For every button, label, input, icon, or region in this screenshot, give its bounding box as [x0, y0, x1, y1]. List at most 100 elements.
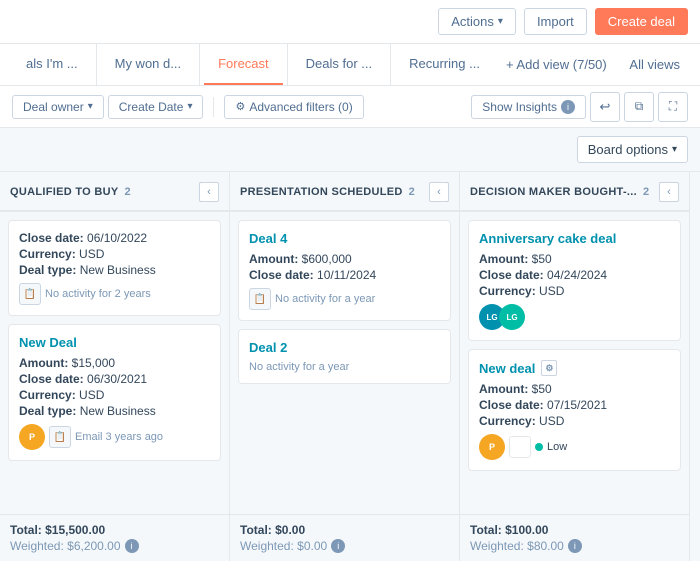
info-icon: i: [561, 100, 575, 114]
create-date-filter[interactable]: Create Date ▾: [108, 95, 204, 119]
deal-card[interactable]: Deal 2 No activity for a year: [238, 329, 451, 384]
fullscreen-icon: ⛶: [669, 99, 677, 114]
info-icon[interactable]: i: [125, 539, 139, 553]
avatar: P: [19, 424, 45, 450]
deal-card[interactable]: Close date: 06/10/2022 Currency: USD Dea…: [8, 220, 221, 316]
tab-divider-3: [287, 44, 288, 86]
column-decision-maker: DECISION MAKER BOUGHT-... 2 ‹ Anniversar…: [460, 172, 690, 561]
undo-icon: ↩: [600, 99, 611, 115]
column-presentation: PRESENTATION SCHEDULED 2 ‹ Deal 4 Amount…: [230, 172, 460, 561]
card-field: Currency: USD: [19, 388, 210, 402]
card-field: Close date: 06/30/2021: [19, 372, 210, 386]
card-field: Currency: USD: [479, 284, 670, 298]
filter-divider: [213, 97, 214, 117]
activity-icon: [509, 436, 531, 458]
col-collapse-button[interactable]: ‹: [659, 182, 679, 202]
col-collapse-button[interactable]: ‹: [429, 182, 449, 202]
info-icon[interactable]: i: [568, 539, 582, 553]
filter-bar: Deal owner ▾ Create Date ▾ ⚙ Advanced fi…: [0, 86, 700, 128]
card-title[interactable]: Anniversary cake deal: [479, 231, 670, 246]
card-title[interactable]: New Deal: [19, 335, 210, 350]
import-button[interactable]: Import: [524, 8, 587, 35]
tabs-row: als I'm ... My won d... Forecast Deals f…: [0, 44, 700, 86]
activity-icon: 📋: [249, 288, 271, 310]
col-header-qualified: QUALIFIED TO BUY 2 ‹: [0, 172, 229, 212]
card-field: Close date: 06/10/2022: [19, 231, 210, 245]
card-title[interactable]: New deal ⚙: [479, 360, 670, 376]
card-field: Close date: 07/15/2021: [479, 398, 670, 412]
card-activity: 📋 No activity for a year: [249, 288, 440, 310]
card-activity: 📋 No activity for 2 years: [19, 283, 210, 305]
actions-button[interactable]: Actions ▾: [438, 8, 516, 35]
cards-area-presentation: Deal 4 Amount: $600,000 Close date: 10/1…: [230, 212, 459, 514]
col-footer-presentation: Total: $0.00 Weighted: $0.00 i: [230, 514, 459, 561]
card-field: Deal type: New Business: [19, 404, 210, 418]
create-deal-button[interactable]: Create deal: [595, 8, 688, 35]
create-deal-label: Create deal: [608, 14, 675, 29]
card-activity: P 📋 Email 3 years ago: [19, 424, 210, 450]
tab-recurring[interactable]: Recurring ...: [395, 44, 494, 86]
col-footer-qualified: Total: $15,500.00 Weighted: $6,200.00 i: [0, 514, 229, 561]
show-insights-button[interactable]: Show Insights i: [471, 95, 586, 119]
column-qualified: QUALIFIED TO BUY 2 ‹ Close date: 06/10/2…: [0, 172, 230, 561]
priority-dot: [535, 443, 543, 451]
col-collapse-button[interactable]: ‹: [199, 182, 219, 202]
import-label: Import: [537, 14, 574, 29]
undo-button[interactable]: ↩: [590, 92, 620, 122]
board-options-button[interactable]: Board options ▾: [577, 136, 688, 163]
advanced-filters-button[interactable]: ⚙ Advanced filters (0): [224, 95, 363, 119]
chevron-down-icon: ▾: [672, 144, 677, 155]
card-field: Amount: $15,000: [19, 356, 210, 370]
cards-area-decision: Anniversary cake deal Amount: $50 Close …: [460, 212, 689, 514]
card-field: Close date: 04/24/2024: [479, 268, 670, 282]
copy-icon: ⧉: [635, 99, 644, 114]
fullscreen-button[interactable]: ⛶: [658, 92, 688, 122]
card-field: Amount: $600,000: [249, 252, 440, 266]
card-activity: No activity for a year: [249, 361, 440, 373]
card-field: Close date: 10/11/2024: [249, 268, 440, 282]
chevron-down-icon: ▾: [187, 101, 192, 112]
cards-area-qualified: Close date: 06/10/2022 Currency: USD Dea…: [0, 212, 229, 514]
col-header-actions: ‹: [429, 182, 449, 202]
tab-forecast[interactable]: Forecast: [204, 44, 283, 86]
avatar: P: [479, 434, 505, 460]
card-title[interactable]: Deal 4: [249, 231, 440, 246]
copy-button[interactable]: ⧉: [624, 92, 654, 122]
chevron-down-icon: ▾: [498, 16, 503, 27]
card-activity: LG LG: [479, 304, 670, 330]
filter-icon: ⚙: [235, 100, 245, 113]
tab-divider-2: [199, 44, 200, 86]
top-bar: Actions ▾ Import Create deal: [0, 0, 700, 44]
info-icon[interactable]: i: [331, 539, 345, 553]
tab-deals-for[interactable]: Deals for ...: [292, 44, 386, 86]
tab-als[interactable]: als I'm ...: [12, 44, 92, 86]
tab-my-won[interactable]: My won d...: [101, 44, 195, 86]
tab-divider: [96, 44, 97, 86]
chevron-down-icon: ▾: [88, 101, 93, 112]
priority-badge: Low: [535, 441, 567, 453]
deal-card[interactable]: New deal ⚙ Amount: $50 Close date: 07/15…: [468, 349, 681, 471]
col-header-actions: ‹: [199, 182, 219, 202]
actions-label: Actions: [451, 14, 494, 29]
card-field: Currency: USD: [19, 247, 210, 261]
card-activity: P Low: [479, 434, 670, 460]
avatar-pair: LG LG: [479, 304, 525, 330]
card-field: Amount: $50: [479, 252, 670, 266]
card-title[interactable]: Deal 2: [249, 340, 440, 355]
card-field: Amount: $50: [479, 382, 670, 396]
tools-icon: ⚙: [541, 360, 557, 376]
deal-owner-filter[interactable]: Deal owner ▾: [12, 95, 104, 119]
activity-icon: 📋: [19, 283, 41, 305]
card-field: Deal type: New Business: [19, 263, 210, 277]
deal-card[interactable]: Anniversary cake deal Amount: $50 Close …: [468, 220, 681, 341]
col-title-group: DECISION MAKER BOUGHT-... 2: [470, 186, 649, 198]
col-footer-decision: Total: $100.00 Weighted: $80.00 i: [460, 514, 689, 561]
add-view-button[interactable]: + Add view (7/50): [494, 44, 619, 86]
tab-divider-4: [390, 44, 391, 86]
col-header-decision: DECISION MAKER BOUGHT-... 2 ‹: [460, 172, 689, 212]
kanban-board: QUALIFIED TO BUY 2 ‹ Close date: 06/10/2…: [0, 172, 700, 561]
deal-card[interactable]: Deal 4 Amount: $600,000 Close date: 10/1…: [238, 220, 451, 321]
deal-card[interactable]: New Deal Amount: $15,000 Close date: 06/…: [8, 324, 221, 461]
board-options-bar: Board options ▾: [0, 128, 700, 172]
all-views-button[interactable]: All views: [621, 44, 688, 86]
